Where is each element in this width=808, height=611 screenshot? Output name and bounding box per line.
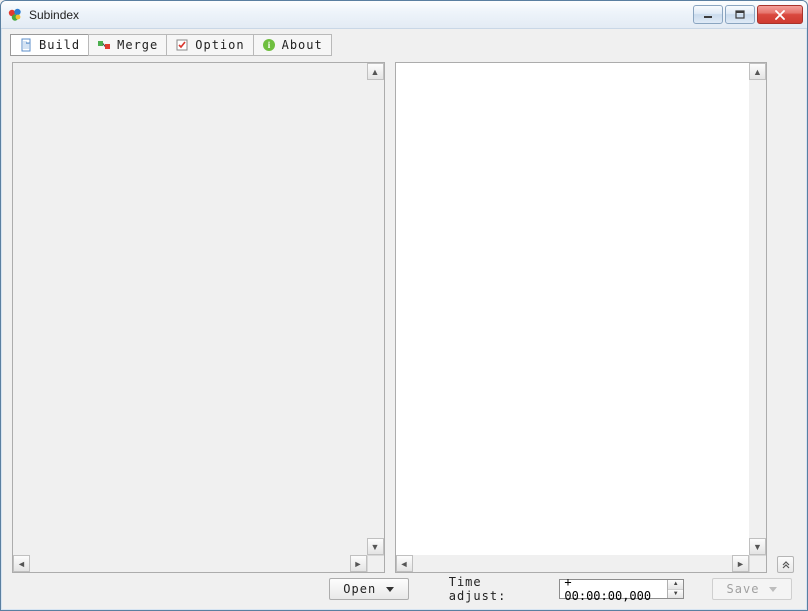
app-icon [7, 7, 23, 23]
close-button[interactable] [757, 5, 803, 24]
tab-label: Option [195, 38, 244, 52]
tab-about[interactable]: i About [253, 34, 332, 56]
document-new-icon [19, 38, 33, 52]
window-title: Subindex [29, 8, 693, 22]
merge-icon [97, 38, 111, 52]
right-pane-body[interactable] [396, 63, 767, 572]
window-controls [693, 5, 803, 24]
spinner-down-icon[interactable]: ▼ [668, 590, 683, 599]
tab-build[interactable]: Build [10, 34, 89, 56]
app-window: Subindex Build [0, 0, 808, 611]
scroll-corner [749, 555, 766, 572]
time-spinner: ▲ ▼ [667, 580, 683, 598]
collapse-up-icon[interactable] [777, 556, 794, 573]
maximize-button[interactable] [725, 5, 755, 24]
checkbox-icon [175, 38, 189, 52]
open-button[interactable]: Open [329, 578, 409, 600]
scroll-right-icon[interactable]: ► [350, 555, 367, 572]
left-pane: ▲ ▼ ◄ ► [12, 62, 385, 573]
save-button-label: Save [727, 582, 760, 596]
title-bar[interactable]: Subindex [1, 1, 807, 29]
toolbar: Build Merge Option i About [10, 34, 802, 56]
minimize-button[interactable] [693, 5, 723, 24]
client-area: Build Merge Option i About [1, 29, 807, 610]
scroll-left-icon[interactable]: ◄ [13, 555, 30, 572]
tab-label: Merge [117, 38, 158, 52]
scroll-corner [367, 555, 384, 572]
time-adjust-label: Time adjust: [449, 575, 546, 603]
scroll-track[interactable] [367, 80, 384, 538]
right-vertical-scrollbar[interactable]: ▲ ▼ [749, 63, 766, 555]
right-pane: ▲ ▼ ◄ ► [395, 62, 768, 573]
scroll-track[interactable] [749, 80, 766, 538]
spinner-up-icon[interactable]: ▲ [668, 580, 683, 590]
save-button[interactable]: Save [712, 578, 792, 600]
left-pane-body[interactable] [13, 63, 384, 572]
tab-option[interactable]: Option [166, 34, 253, 56]
chevron-down-icon [769, 587, 777, 592]
tab-label: Build [39, 38, 80, 52]
info-icon: i [262, 38, 276, 52]
tab-label: About [282, 38, 323, 52]
toolbar-spacer [331, 34, 802, 56]
scroll-track[interactable] [413, 555, 733, 572]
main-panes: ▲ ▼ ◄ ► ▲ ▼ ◄ [6, 56, 802, 573]
bottom-bar: Open Time adjust: + 00:00:00,000 ▲ ▼ Sav… [6, 573, 802, 605]
tab-merge[interactable]: Merge [88, 34, 167, 56]
left-vertical-scrollbar[interactable]: ▲ ▼ [367, 63, 384, 555]
open-button-label: Open [343, 582, 376, 596]
scroll-right-icon[interactable]: ► [732, 555, 749, 572]
scroll-down-icon[interactable]: ▼ [367, 538, 384, 555]
scroll-down-icon[interactable]: ▼ [749, 538, 766, 555]
chevron-down-icon [386, 587, 394, 592]
scroll-up-icon[interactable]: ▲ [749, 63, 766, 80]
right-side-buttons [777, 62, 794, 573]
scroll-left-icon[interactable]: ◄ [396, 555, 413, 572]
scroll-track[interactable] [30, 555, 350, 572]
scroll-up-icon[interactable]: ▲ [367, 63, 384, 80]
right-horizontal-scrollbar[interactable]: ◄ ► [396, 555, 750, 572]
left-horizontal-scrollbar[interactable]: ◄ ► [13, 555, 367, 572]
time-adjust-field[interactable]: + 00:00:00,000 ▲ ▼ [559, 579, 684, 599]
time-adjust-value[interactable]: + 00:00:00,000 [560, 580, 667, 598]
